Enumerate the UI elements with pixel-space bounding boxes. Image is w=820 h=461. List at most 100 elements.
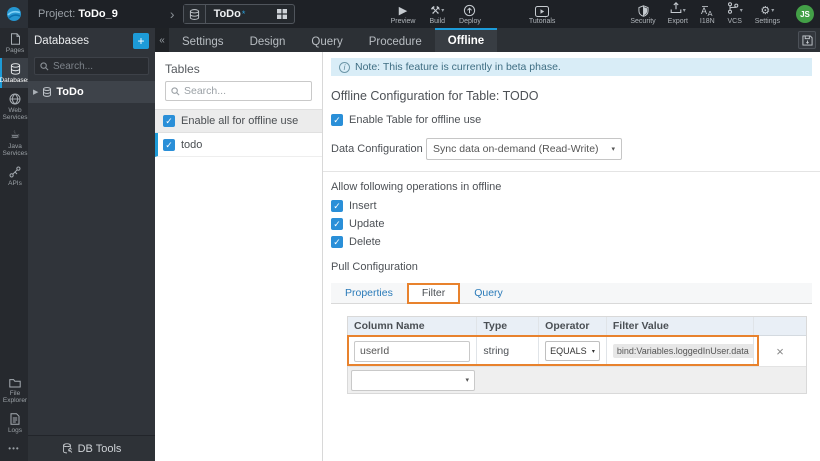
sidebar-item-apis[interactable]: APIs [0,161,28,191]
app-grid-icon[interactable] [276,8,288,20]
tables-search[interactable] [165,81,312,101]
tutorials-icon [535,4,550,17]
collapse-panel-button[interactable]: « [155,28,169,52]
tab-design[interactable]: Design [237,28,299,52]
sidebar-item-java-services[interactable]: ☕ Java Services [0,125,28,161]
tables-search-input[interactable] [184,85,294,97]
header-actions [754,317,806,335]
filter-row-userid: string EQUALS ▾ bind:Variables.loggedInU… [347,335,806,366]
save-button[interactable] [798,31,816,49]
page-icon [10,33,20,45]
enable-all-row[interactable]: ✓ Enable all for offline use [155,109,322,133]
tab-settings[interactable]: Settings [169,28,237,52]
api-connector-icon [9,166,21,178]
vcs-branch-icon [727,1,739,17]
pull-tab-properties[interactable]: Properties [331,283,407,303]
table-item-todo[interactable]: ✓ todo [155,133,322,157]
security-button[interactable]: Security [630,0,656,28]
tab-query[interactable]: Query [298,28,355,52]
preview-button[interactable]: ▶ Preview [391,0,416,28]
vcs-button[interactable]: ▾ VCS [727,0,743,28]
export-button[interactable]: ▾ Export [668,0,688,28]
resource-selector[interactable]: ToDo * [182,4,295,24]
app-logo[interactable] [0,0,28,28]
shield-icon [637,4,649,17]
user-avatar[interactable]: JS [796,5,814,23]
folder-icon [9,379,21,388]
export-icon [670,1,682,17]
save-icon [801,34,813,46]
bind-value-chip: bind:Variables.loggedInUser.data × [612,344,754,358]
database-search[interactable] [34,57,149,75]
insert-checkbox[interactable]: ✓ [331,200,343,212]
database-search-input[interactable] [53,60,133,72]
enable-table-checkbox[interactable]: ✓ [331,114,343,126]
tab-offline[interactable]: Offline [434,28,498,52]
breadcrumb-chevron-icon: › [169,6,175,22]
svg-text:A: A [707,9,712,17]
todo-checkbox[interactable]: ✓ [163,138,175,151]
check-icon: ✓ [333,219,341,229]
sidebar-item-logs[interactable]: Logs [0,408,28,438]
wavemaker-logo-icon [7,7,21,21]
svg-text:A: A [701,6,707,16]
add-filter-row: ▾ [348,366,806,393]
databases-panel: Databases + ▶ ToDo [28,28,155,461]
editor-tab-bar: « Settings Design Query Procedure Offlin… [155,28,820,52]
header-filter-value: Filter Value [607,317,755,335]
expand-arrow-icon[interactable]: ▶ [33,88,38,96]
tab-bar-spacer [497,28,798,52]
database-item-todo[interactable]: ▶ ToDo [28,81,155,103]
editor-content: Tables ✓ Enable all for offline use ✓ to… [155,52,820,461]
coffee-icon: ☕ [10,129,20,141]
data-configuration-label: Data Configuration [331,143,423,155]
i18n-icon: A A [701,4,714,17]
new-column-select[interactable]: ▾ [351,369,475,391]
offline-config-panel: i Note: This feature is currently in bet… [323,52,820,461]
sidebar-item-web-services[interactable]: Web Services [0,88,28,125]
preview-icon: ▶ [398,4,408,17]
database-icon [183,5,206,23]
sidebar-item-pages[interactable]: Pages [0,28,28,58]
database-icon [10,63,20,75]
more-options-icon[interactable]: ••• [0,438,28,461]
page-title: Offline Configuration for Table: TODO [331,89,539,103]
select-caret-icon: ▾ [591,348,595,355]
pull-config-tabs: Properties Filter Query [331,283,812,304]
pull-configuration-label: Pull Configuration [331,261,418,273]
delete-checkbox[interactable]: ✓ [331,236,343,248]
update-checkbox[interactable]: ✓ [331,218,343,230]
enable-table-row: ✓ Enable Table for offline use [331,114,812,126]
data-configuration-select[interactable]: Sync data on-demand (Read-Write) ▾ [426,138,622,160]
db-tools-button[interactable]: DB Tools [28,435,155,461]
type-cell: string [477,336,540,366]
enable-all-checkbox[interactable]: ✓ [163,115,175,127]
i18n-button[interactable]: A A I18N [700,0,715,28]
build-button[interactable]: ⚒ ▾ Build [429,0,445,28]
pull-tab-filter[interactable]: Filter [406,283,461,304]
deploy-button[interactable]: Deploy [459,0,481,28]
info-icon: i [339,61,350,73]
settings-button[interactable]: ⚙ ▾ Settings [755,0,780,28]
toolbar-run-group: ▶ Preview ⚒ ▾ Build Deploy [391,0,481,28]
tab-procedure[interactable]: Procedure [356,28,435,52]
operator-select[interactable]: EQUALS ▾ [545,341,600,361]
tutorials-button[interactable]: Tutorials [529,0,555,28]
workspace: Pages Databases Web Services ☕ Java Serv… [0,28,820,461]
db-tools-icon [62,443,72,454]
wavemaker-studio: Project: ToDo_9 › ToDo * ▶ Preview ⚒ ▾ B… [0,0,820,461]
delete-row-icon[interactable]: × [776,344,784,359]
project-name: Project: ToDo_9 [38,8,118,20]
editor-column: « Settings Design Query Procedure Offlin… [155,28,820,461]
sidebar-item-file-explorer[interactable]: File Explorer [0,373,28,408]
globe-icon [9,93,21,105]
add-database-button[interactable]: + [133,33,149,49]
section-divider [323,171,820,172]
pull-tab-query[interactable]: Query [460,283,517,303]
left-nav-strip: Pages Databases Web Services ☕ Java Serv… [0,28,31,461]
column-name-input[interactable] [354,340,471,362]
data-configuration-row: Data Configuration Sync data on-demand (… [331,138,812,160]
sidebar-item-databases[interactable]: Databases [0,58,31,88]
insert-row: ✓ Insert [331,200,812,212]
